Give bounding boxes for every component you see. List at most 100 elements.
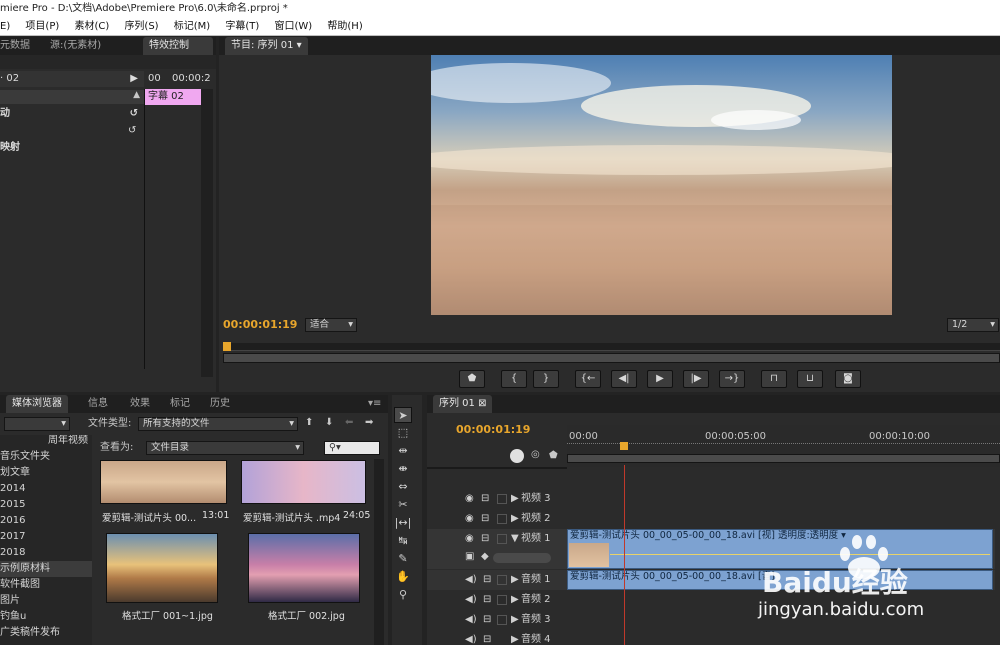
nav-up-icon[interactable]: ⬆ — [305, 417, 313, 428]
resolution-dropdown[interactable]: 1/2 ▾ — [947, 318, 999, 332]
speaker-icon[interactable]: ◀) — [465, 590, 477, 610]
rolling-edit-tool-icon[interactable]: ⇼ — [394, 461, 412, 477]
pen-tool-icon[interactable]: ✎ — [394, 551, 412, 567]
keyframe-icon[interactable]: ◆ — [481, 547, 489, 567]
folder-item[interactable]: 2014 — [0, 481, 25, 497]
mark-out-button[interactable]: } — [533, 370, 559, 388]
collapse-arrow-icon[interactable]: ▲ — [133, 90, 140, 100]
thumbnail-image-1[interactable] — [106, 533, 218, 603]
slide-tool-icon[interactable]: ↹ — [394, 533, 412, 549]
tab-source[interactable]: 源:(无素材) — [44, 37, 107, 55]
menu-sequence[interactable]: 序列(S) — [124, 21, 158, 32]
effect-controls-scrollbar[interactable] — [201, 89, 213, 377]
keyframe-nav[interactable] — [493, 553, 551, 563]
timeline-playhead-marker[interactable] — [620, 442, 628, 450]
reset-icon[interactable]: ↺ — [130, 106, 138, 122]
tab-media-browser[interactable]: 媒体浏览器 — [6, 395, 68, 413]
lock-icon[interactable]: ⊟ — [483, 590, 491, 610]
marker-icon[interactable]: ⬟ — [549, 450, 558, 461]
tab-markers[interactable]: 标记 — [164, 395, 196, 413]
tab-info[interactable]: 信息 — [82, 395, 114, 413]
menu-edit[interactable]: E) — [0, 21, 10, 32]
menu-clip[interactable]: 素材(C) — [74, 21, 109, 32]
expand-arrow-icon[interactable]: ▶ — [511, 630, 519, 645]
play-button[interactable]: ▶ — [647, 370, 673, 388]
track-select-tool-icon[interactable]: ⬚ — [394, 425, 412, 441]
slip-tool-icon[interactable]: |↔| — [394, 515, 412, 531]
step-forward-button[interactable]: |▶ — [683, 370, 709, 388]
goto-out-button[interactable]: →} — [719, 370, 745, 388]
program-time-ruler[interactable] — [223, 342, 1000, 351]
menu-help[interactable]: 帮助(H) — [327, 21, 362, 32]
menu-project[interactable]: 项目(P) — [25, 21, 59, 32]
selection-tool-icon[interactable]: ➤ — [394, 407, 412, 423]
snap-icon[interactable] — [510, 449, 524, 463]
step-back-button[interactable]: ◀| — [611, 370, 637, 388]
folder-item[interactable]: 广类稿件发布 — [0, 625, 60, 641]
eye-icon[interactable]: ◉ — [465, 509, 474, 529]
export-frame-button[interactable]: ◙ — [835, 370, 861, 388]
title-clip-bar[interactable]: 字幕 02 — [145, 89, 201, 105]
location-dropdown[interactable]: ▾ — [4, 417, 70, 431]
effect-row-motion[interactable]: 动 ↺ — [0, 106, 144, 122]
add-marker-icon[interactable]: ◎ — [531, 449, 540, 460]
eye-icon[interactable]: ◉ — [465, 489, 474, 509]
goto-in-button[interactable]: {← — [575, 370, 601, 388]
tab-program[interactable]: 节目: 序列 01 ▾ — [225, 37, 308, 55]
razor-tool-icon[interactable]: ✂ — [394, 497, 412, 513]
folder-item[interactable]: 钓鱼u — [0, 609, 26, 625]
zoom-dropdown[interactable]: 适合 ▾ — [305, 318, 357, 332]
reset-icon[interactable]: ↺ — [128, 123, 136, 139]
expand-arrow-icon[interactable]: ▶ — [511, 509, 519, 529]
expand-arrow-icon[interactable]: ▶ — [130, 71, 138, 87]
folder-item[interactable]: 2015 — [0, 497, 25, 513]
panel-menu-icon[interactable]: ▾≡ — [362, 395, 387, 413]
lock-icon[interactable]: ⊟ — [483, 630, 491, 645]
program-timecode[interactable]: 00:00:01:19 — [223, 318, 297, 331]
eye-icon[interactable]: ◉ — [465, 529, 474, 549]
nav-back-icon[interactable]: ⬅ — [345, 417, 353, 428]
zoom-tool-icon[interactable]: ⚲ — [394, 587, 412, 603]
mark-in-button[interactable]: { — [501, 370, 527, 388]
speaker-icon[interactable]: ◀) — [465, 570, 477, 590]
thumbnail-clip-1[interactable] — [100, 460, 227, 504]
expand-arrow-icon[interactable]: ▶ — [511, 590, 519, 610]
timeline-ruler[interactable]: 00:00 00:00:05:00 00:00:10:00 — [567, 425, 1000, 467]
display-style-icon[interactable]: ▣ — [465, 547, 474, 567]
tab-sequence[interactable]: 序列 01 ⊠ — [433, 395, 493, 413]
marker-button[interactable]: ⬟ — [459, 370, 485, 388]
folder-item-selected[interactable]: 示例原材料 — [0, 561, 92, 577]
folder-item[interactable]: 2017 — [0, 529, 25, 545]
tab-metadata[interactable]: 元数据 — [0, 37, 36, 55]
rate-stretch-tool-icon[interactable]: ⇔ — [394, 479, 412, 495]
nav-forward-icon[interactable]: ➡ — [365, 417, 373, 428]
menu-title[interactable]: 字幕(T) — [225, 21, 259, 32]
tab-effect-controls[interactable]: 特效控制 — [143, 37, 213, 55]
ripple-edit-tool-icon[interactable]: ⇹ — [394, 443, 412, 459]
folder-item[interactable]: 图片 — [0, 593, 20, 609]
view-as-dropdown[interactable]: 文件目录 ▾ — [146, 441, 304, 455]
thumbnail-scrollbar[interactable] — [374, 459, 384, 645]
speaker-icon[interactable]: ◀) — [465, 610, 477, 630]
file-type-dropdown[interactable]: 所有支持的文件 ▾ — [138, 417, 298, 431]
thumbnail-image-2[interactable] — [248, 533, 360, 603]
folder-item[interactable]: 软件截图 — [0, 577, 40, 593]
folder-item[interactable]: 音乐文件夹 — [0, 449, 50, 465]
playhead-marker[interactable] — [223, 342, 231, 351]
menu-marker[interactable]: 标记(M) — [174, 21, 210, 32]
tab-history[interactable]: 历史 — [204, 395, 236, 413]
speaker-icon[interactable]: ◀) — [465, 630, 477, 645]
lift-button[interactable]: ⊓ — [761, 370, 787, 388]
folder-item[interactable]: 划文章 — [0, 465, 30, 481]
search-field[interactable]: ⚲▾ — [324, 441, 380, 455]
folder-item[interactable]: 周年视频 — [48, 435, 88, 449]
lock-icon[interactable]: ⊟ — [481, 529, 489, 549]
hand-tool-icon[interactable]: ✋ — [394, 569, 412, 585]
collapse-arrow-icon[interactable]: ▼ — [511, 529, 519, 549]
lock-icon[interactable]: ⊟ — [481, 489, 489, 509]
folder-item[interactable]: 2016 — [0, 513, 25, 529]
tab-effects[interactable]: 效果 — [124, 395, 156, 413]
nav-down-icon[interactable]: ⬇ — [325, 417, 333, 428]
lock-icon[interactable]: ⊟ — [481, 509, 489, 529]
program-scroll-bar[interactable] — [223, 353, 1000, 363]
